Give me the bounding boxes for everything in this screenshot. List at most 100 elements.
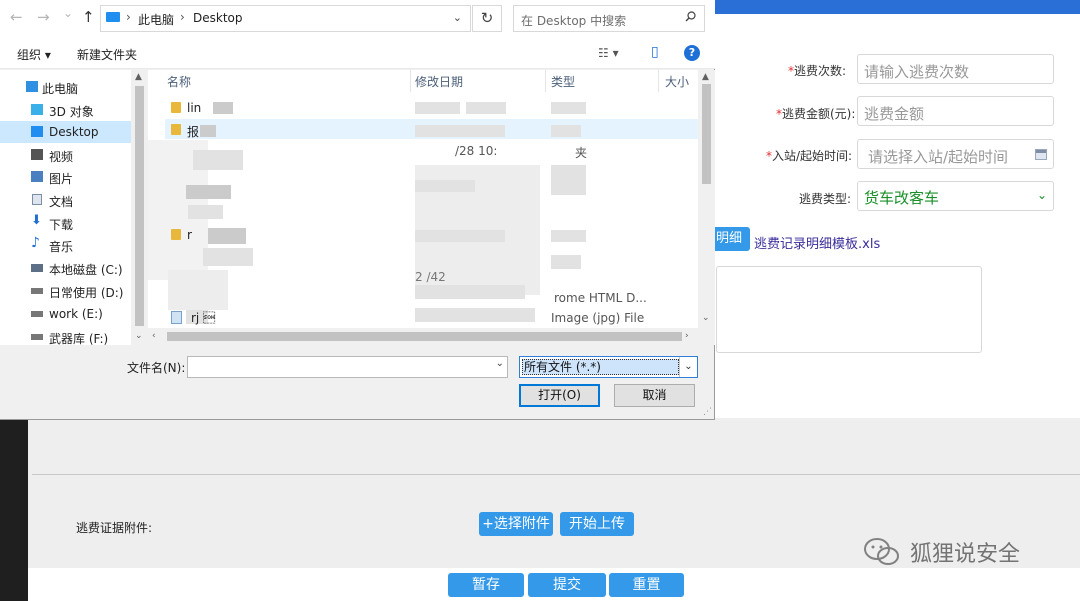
- folder-icon: [171, 124, 181, 135]
- new-folder-button[interactable]: 新建文件夹: [77, 46, 137, 63]
- organize-menu[interactable]: 组织 ▾: [17, 46, 51, 63]
- reset-button[interactable]: 重置: [609, 573, 684, 597]
- time-input[interactable]: 请选择入站/起始时间: [857, 139, 1054, 169]
- drive-icon: [31, 288, 43, 294]
- scroll-down-icon[interactable]: ⌄: [135, 331, 143, 341]
- column-header-type[interactable]: 类型: [551, 73, 575, 90]
- back-arrow-icon[interactable]: ←: [10, 8, 23, 26]
- start-upload-button[interactable]: 开始上传: [560, 512, 634, 536]
- save-draft-button[interactable]: 暂存: [448, 573, 524, 597]
- chevron-down-icon[interactable]: ⌄: [453, 11, 462, 24]
- cube-icon: [31, 104, 43, 115]
- file-list-scrollbar[interactable]: ▲ ⌄: [698, 70, 715, 328]
- desktop-icon: [31, 126, 43, 137]
- up-arrow-icon[interactable]: ↑: [82, 8, 95, 26]
- file-list: ^ 名称 修改日期 类型 大小 lin 报 /28 10: 夹 r 2 /42 …: [148, 70, 715, 345]
- filetype-selected: 所有文件 (*.*): [522, 359, 679, 375]
- scroll-up-icon[interactable]: ▲: [702, 72, 709, 82]
- list-item[interactable]: /28 10: 夹: [165, 141, 700, 161]
- sidebar-item-music[interactable]: ♪ 音乐: [0, 234, 131, 256]
- help-icon[interactable]: ?: [684, 45, 700, 61]
- redaction-block: [551, 165, 586, 195]
- filename-input[interactable]: ⌄: [187, 356, 508, 378]
- choose-attachment-button[interactable]: +选择附件: [479, 512, 553, 536]
- submit-button[interactable]: 提交: [528, 573, 606, 597]
- sidebar-item-downloads[interactable]: ⬇ 下载: [0, 212, 131, 234]
- breadcrumb-separator: ›: [180, 10, 185, 24]
- drive-icon: [31, 311, 43, 317]
- list-item[interactable]: 2 /42: [165, 267, 700, 287]
- list-item[interactable]: rj  Image (jpg) File: [165, 308, 700, 328]
- sidebar-item-drive-e[interactable]: work (E:): [0, 303, 131, 325]
- dialog-toolbar: 组织 ▾ 新建文件夹 ☷ ▾ ▯: [0, 37, 715, 69]
- sidebar-item-3d-objects[interactable]: 3D 对象: [0, 99, 131, 121]
- template-download-link[interactable]: 逃费记录明细模板.xls: [754, 233, 880, 252]
- music-icon: ♪: [31, 235, 40, 251]
- horizontal-scrollbar[interactable]: ‹ ›: [148, 328, 715, 345]
- chevron-down-icon[interactable]: ⌄: [496, 358, 504, 369]
- filename-label: 文件名(N):: [127, 361, 186, 375]
- redaction-block: [186, 185, 231, 199]
- scroll-down-icon[interactable]: ⌄: [702, 313, 710, 323]
- list-item[interactable]: r: [165, 225, 700, 245]
- scroll-up-icon[interactable]: ▲: [135, 72, 142, 82]
- divider: [32, 474, 1080, 475]
- breadcrumb-this-pc[interactable]: 此电脑: [138, 11, 174, 28]
- video-icon: [31, 149, 43, 160]
- column-header-modified[interactable]: 修改日期: [415, 73, 463, 90]
- column-header-size[interactable]: 大小: [665, 73, 689, 90]
- address-bar[interactable]: › 此电脑 › Desktop ⌄: [100, 5, 471, 32]
- amount-label: *逃费金额(元):: [776, 107, 856, 121]
- drive-icon: [31, 334, 43, 340]
- computer-icon: [106, 12, 120, 22]
- breadcrumb-separator: ›: [126, 10, 131, 24]
- nav-scrollbar[interactable]: ▲ ⌄: [131, 70, 148, 345]
- preview-pane-icon[interactable]: ▯: [651, 44, 659, 60]
- scroll-right-icon[interactable]: ›: [685, 331, 689, 341]
- sidebar-edge: [0, 418, 28, 601]
- column-divider[interactable]: [658, 70, 659, 92]
- forward-arrow-icon[interactable]: →: [37, 8, 50, 26]
- list-item[interactable]: rome HTML D...: [165, 288, 700, 308]
- scroll-thumb[interactable]: [167, 332, 682, 341]
- sidebar-item-drive-c[interactable]: 本地磁盘 (C:): [0, 257, 131, 279]
- view-options-icon[interactable]: ☷ ▾: [598, 46, 619, 60]
- list-item[interactable]: lin: [165, 98, 700, 118]
- sidebar-item-desktop[interactable]: Desktop: [0, 121, 131, 143]
- open-button[interactable]: 打开(O): [519, 384, 600, 407]
- folder-icon: [171, 229, 181, 240]
- cancel-button[interactable]: 取消: [614, 384, 695, 407]
- search-input[interactable]: 在 Desktop 中搜索: [513, 5, 705, 32]
- type-select[interactable]: 货车改客车 ⌄: [857, 181, 1054, 211]
- column-header-name[interactable]: 名称: [167, 73, 191, 90]
- refresh-icon: ↻: [480, 9, 494, 27]
- chevron-down-icon[interactable]: ⌄: [679, 357, 697, 377]
- search-placeholder: 在 Desktop 中搜索: [521, 14, 627, 28]
- sidebar-item-this-pc[interactable]: 此电脑: [0, 76, 131, 98]
- scroll-left-icon[interactable]: ‹: [152, 331, 156, 341]
- column-divider[interactable]: [545, 70, 546, 92]
- download-icon: ⬇: [31, 213, 42, 228]
- amount-input[interactable]: 逃费金额: [857, 96, 1054, 126]
- calendar-icon[interactable]: [1035, 149, 1047, 160]
- count-input[interactable]: 请输入逃费次数: [857, 54, 1054, 84]
- filetype-select[interactable]: 所有文件 (*.*) ⌄: [519, 356, 698, 378]
- list-item[interactable]: 报: [165, 120, 700, 140]
- column-divider[interactable]: [410, 70, 411, 92]
- resize-grip-icon[interactable]: ⋰: [703, 407, 712, 417]
- scroll-thumb[interactable]: [135, 86, 144, 326]
- count-label: *逃费次数:: [788, 64, 847, 78]
- sidebar-item-drive-f[interactable]: 武器库 (F:): [0, 326, 131, 345]
- sidebar-item-pictures[interactable]: 图片: [0, 166, 131, 188]
- breadcrumb-desktop[interactable]: Desktop: [193, 11, 243, 25]
- remark-textarea[interactable]: [716, 266, 982, 353]
- refresh-button[interactable]: ↻: [472, 5, 502, 32]
- recent-locations-icon[interactable]: ⌄: [63, 6, 73, 20]
- scroll-thumb[interactable]: [702, 84, 711, 184]
- sidebar-item-documents[interactable]: 文档: [0, 189, 131, 211]
- wechat-icon: [864, 538, 899, 565]
- sidebar-item-videos[interactable]: 视频: [0, 144, 131, 166]
- computer-icon: [26, 81, 38, 92]
- sidebar-item-drive-d[interactable]: 日常使用 (D:): [0, 280, 131, 302]
- address-row: ← → ⌄ ↑ › 此电脑 › Desktop ⌄ ↻ 在 Desktop 中搜…: [0, 0, 715, 37]
